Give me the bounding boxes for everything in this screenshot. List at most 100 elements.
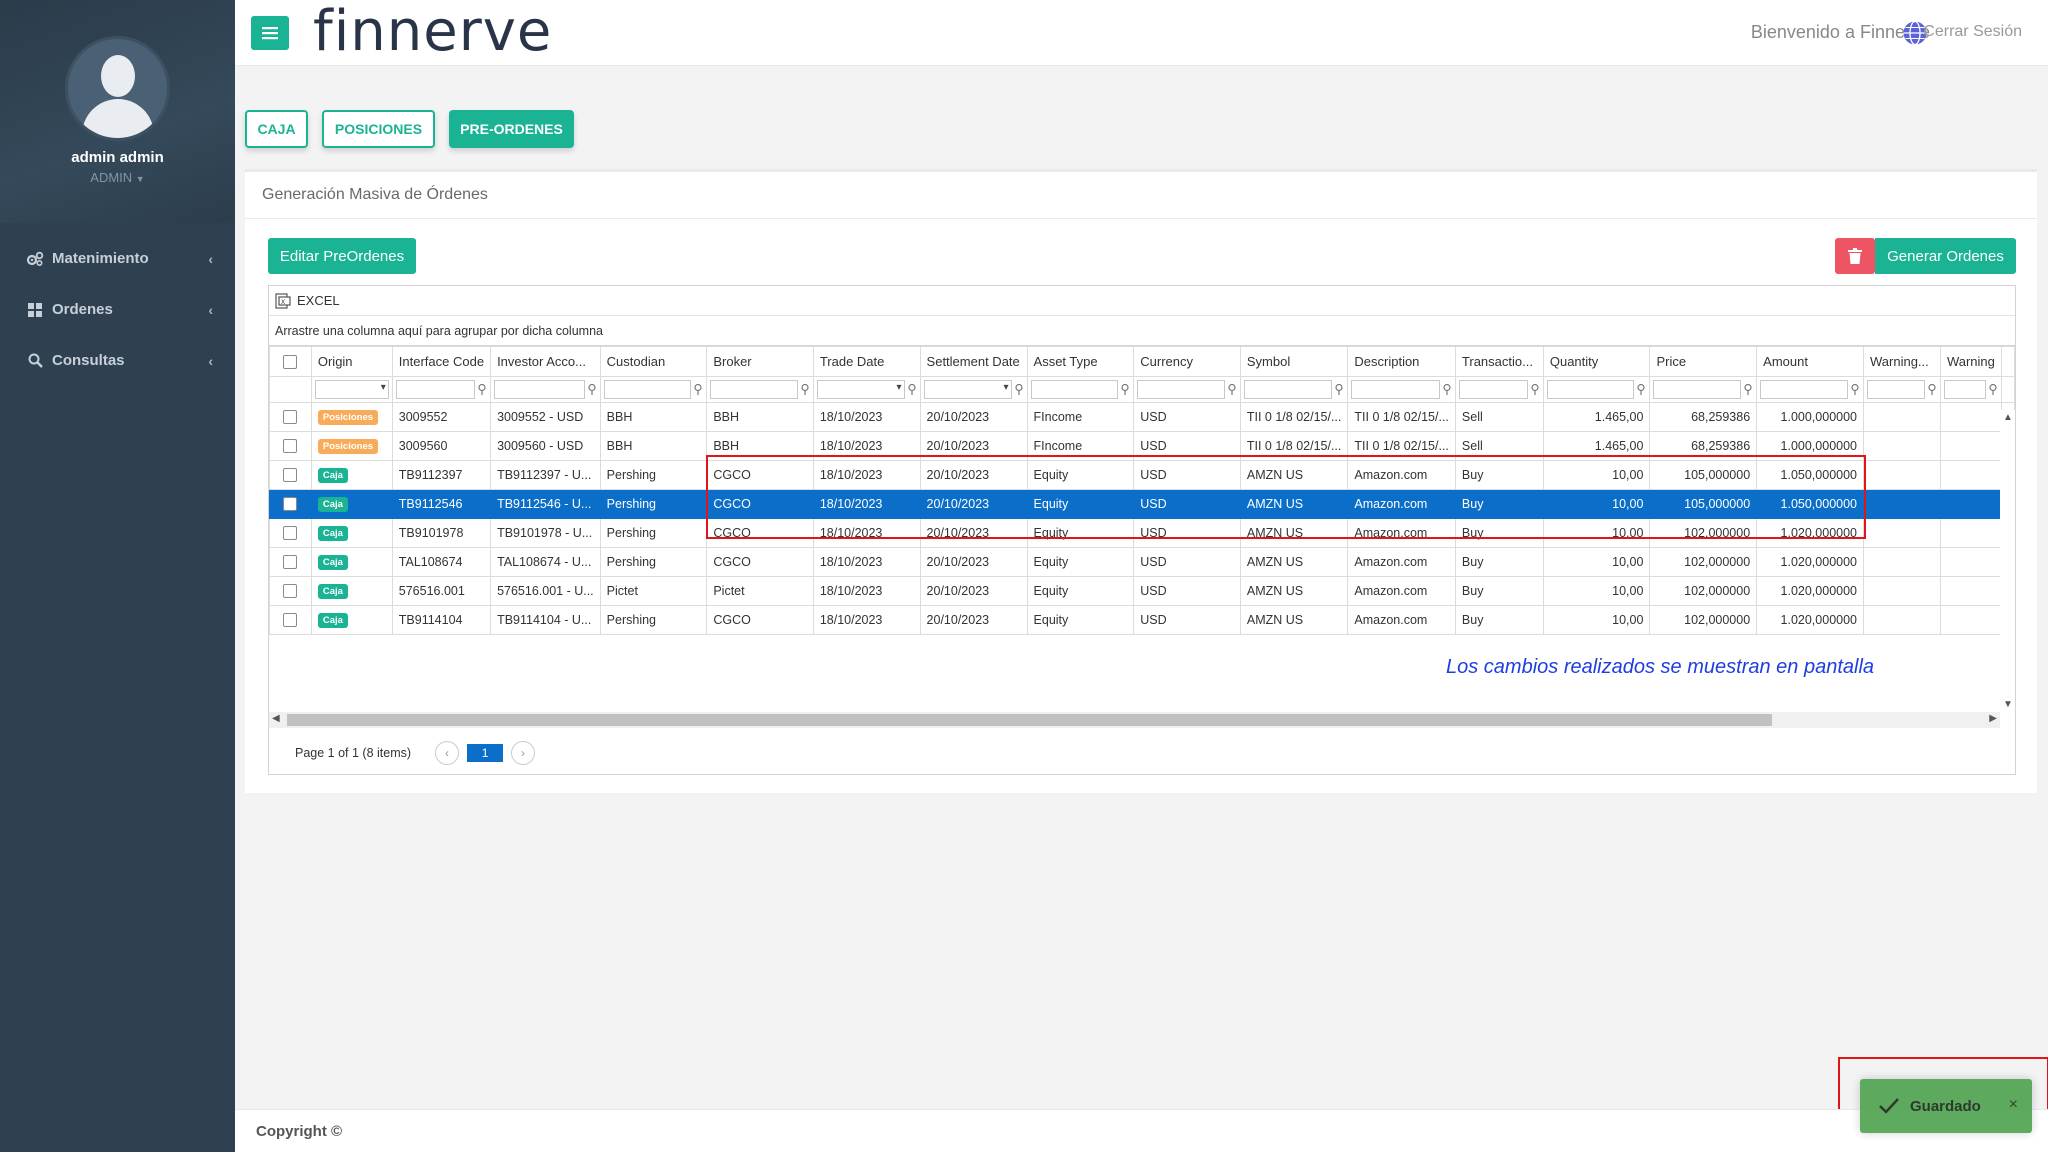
column-filter[interactable] [1542, 376, 1651, 403]
toast-close-button[interactable]: × [2009, 1096, 2018, 1114]
dropdown-arrow-icon[interactable]: ▾ [381, 382, 386, 393]
column-header[interactable]: Interface Code [391, 346, 492, 377]
group-panel[interactable]: Arrastre una columna aquí para agrupar p… [269, 316, 2015, 346]
brand-logo[interactable]: finnerve [313, 0, 552, 64]
row-checkbox[interactable] [283, 526, 298, 540]
column-header[interactable]: Description [1347, 346, 1456, 377]
column-filter[interactable] [1026, 376, 1135, 403]
column-header[interactable]: Amount [1756, 346, 1864, 377]
column-filter[interactable]: ▾ [310, 376, 393, 403]
next-page-button[interactable]: › [511, 741, 536, 765]
row-select-cell[interactable] [269, 431, 312, 461]
filter-input[interactable] [1943, 380, 1986, 399]
filter-icon[interactable] [1743, 383, 1753, 397]
filter-icon[interactable] [1014, 383, 1024, 397]
scroll-left-icon[interactable]: ◀ [272, 713, 280, 724]
filter-icon[interactable] [1850, 383, 1860, 397]
column-filter[interactable] [1649, 376, 1758, 403]
column-header[interactable]: Warning... [1863, 346, 1941, 377]
table-row[interactable]: Caja TB9114104 TB9114104 - U... Pershing CGC… [269, 605, 2015, 635]
row-select-cell[interactable] [269, 547, 312, 577]
vertical-scrollbar[interactable]: ▲ ▼ [2000, 410, 2015, 712]
row-select-cell[interactable] [269, 605, 312, 635]
row-select-cell[interactable] [269, 402, 312, 432]
column-header[interactable]: Settlement Date [919, 346, 1028, 377]
column-filter[interactable] [391, 376, 492, 403]
dropdown-arrow-icon[interactable]: ▾ [1004, 382, 1009, 393]
sidebar-item-ordenes[interactable]: Ordenes ‹ [0, 284, 235, 335]
filter-icon[interactable] [1120, 383, 1130, 397]
scroll-up-icon[interactable]: ▲ [2003, 412, 2013, 423]
horizontal-scrollbar[interactable]: ◀ ▶ [269, 712, 2000, 728]
column-header[interactable]: Symbol [1239, 346, 1349, 377]
filter-icon[interactable] [1442, 383, 1452, 397]
row-checkbox[interactable] [283, 555, 298, 569]
filter-input[interactable] [1867, 380, 1925, 399]
column-filter[interactable] [490, 376, 601, 403]
filter-input[interactable]: ▾ [923, 380, 1012, 399]
column-header[interactable]: Origin [310, 346, 393, 377]
excel-export-button[interactable]: X EXCEL [275, 292, 340, 309]
column-header[interactable]: Quantity [1542, 346, 1651, 377]
sidebar-item-matenimiento[interactable]: Matenimiento ‹ [0, 233, 235, 284]
tab-pre-ordenes[interactable]: PRE-ORDENES [449, 110, 574, 148]
column-filter[interactable]: ▾ [812, 376, 921, 403]
column-filter[interactable] [1863, 376, 1941, 403]
delete-button[interactable] [1835, 238, 1875, 274]
sidebar-item-consultas[interactable]: Consultas ‹ [0, 335, 235, 386]
table-row[interactable]: Caja TAL108674 TAL108674 - U... Pershing CGC… [269, 547, 2015, 577]
column-header[interactable]: Custodian [599, 346, 708, 377]
row-checkbox[interactable] [283, 497, 298, 511]
success-toast[interactable]: Guardado × [1860, 1079, 2032, 1133]
horizontal-scroll-thumb[interactable] [287, 714, 1772, 726]
column-header[interactable]: Currency [1133, 346, 1241, 377]
filter-icon[interactable] [1636, 383, 1646, 397]
filter-input[interactable] [1546, 380, 1635, 399]
filter-icon[interactable] [800, 383, 810, 397]
column-header[interactable]: Transactio... [1454, 346, 1544, 377]
tab-posiciones[interactable]: POSICIONES [322, 110, 435, 148]
filter-icon[interactable] [693, 383, 703, 397]
edit-preorders-button[interactable]: Editar PreOrdenes [268, 238, 416, 274]
column-filter[interactable] [706, 376, 814, 403]
filter-input[interactable] [1030, 380, 1119, 399]
column-filter[interactable] [1239, 376, 1349, 403]
scroll-right-icon[interactable]: ▶ [1989, 713, 1997, 724]
filter-input[interactable] [1243, 380, 1333, 399]
filter-icon[interactable] [1927, 383, 1937, 397]
filter-input[interactable] [395, 380, 476, 399]
filter-input[interactable] [710, 380, 798, 399]
row-select-cell[interactable] [269, 489, 312, 519]
row-checkbox[interactable] [283, 410, 298, 424]
column-filter[interactable] [1756, 376, 1864, 403]
filter-input[interactable]: ▾ [314, 380, 389, 399]
avatar[interactable] [65, 36, 170, 141]
select-all-checkbox[interactable] [283, 354, 298, 369]
filter-icon[interactable] [1334, 383, 1344, 397]
page-number-button[interactable]: 1 [467, 744, 504, 762]
column-filter[interactable] [599, 376, 708, 403]
filter-input[interactable] [1458, 380, 1528, 399]
column-filter[interactable] [1939, 376, 2003, 403]
table-row[interactable]: Caja 576516.001 576516.001 - U... Pictet Pic… [269, 576, 2015, 606]
filter-icon[interactable] [587, 383, 597, 397]
row-checkbox[interactable] [283, 439, 298, 453]
generate-orders-button[interactable]: Generar Ordenes [1875, 238, 2016, 274]
column-filter[interactable]: ▾ [919, 376, 1028, 403]
filter-input[interactable] [1137, 380, 1225, 399]
filter-icon[interactable] [1988, 383, 1998, 397]
prev-page-button[interactable]: ‹ [435, 741, 460, 765]
column-header[interactable]: Price [1649, 346, 1758, 377]
column-header[interactable]: Trade Date [812, 346, 921, 377]
filter-input[interactable] [1351, 380, 1440, 399]
filter-input[interactable] [1653, 380, 1742, 399]
logout-link[interactable]: Cerrar Sesión [1923, 23, 2022, 41]
filter-icon[interactable] [1530, 383, 1540, 397]
row-select-cell[interactable] [269, 460, 312, 490]
row-select-cell[interactable] [269, 576, 312, 606]
tab-caja[interactable]: CAJA [245, 110, 308, 148]
row-select-cell[interactable] [269, 518, 312, 548]
column-header[interactable]: Asset Type [1026, 346, 1135, 377]
column-header[interactable]: Warning [1939, 346, 2003, 377]
column-filter[interactable] [1133, 376, 1241, 403]
